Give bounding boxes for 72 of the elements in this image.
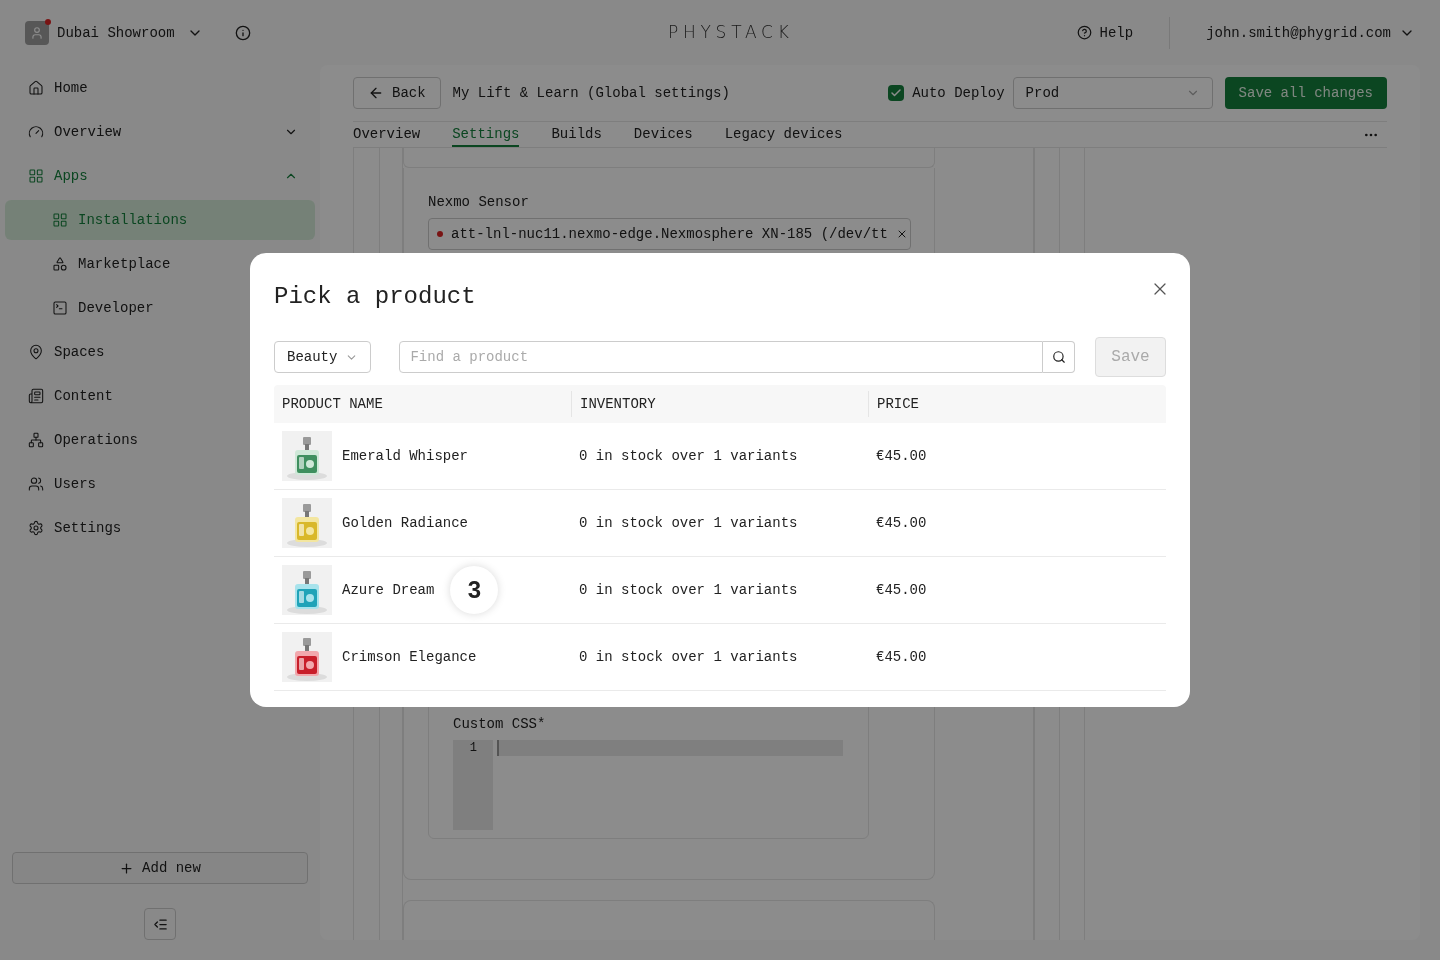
map-pin-icon xyxy=(28,344,44,360)
auto-deploy-checkbox[interactable] xyxy=(888,85,905,101)
column-header: INVENTORY xyxy=(580,395,656,414)
environment-select[interactable]: Prod xyxy=(1012,77,1213,109)
sidebar-item[interactable]: Installations xyxy=(5,200,315,240)
grid-icon xyxy=(52,212,68,228)
sidebar-item[interactable]: Apps xyxy=(0,156,320,196)
field-label: Custom CSS* xyxy=(453,716,546,732)
inventory-text: 0 in stock over 1 variants xyxy=(578,581,799,600)
tab[interactable]: Devices xyxy=(633,122,693,147)
user-icon xyxy=(30,25,44,40)
gauge-icon xyxy=(28,124,44,140)
product-row[interactable]: Golden Radiance 0 in stock over 1 variants €45.00 xyxy=(274,490,1166,557)
back-button[interactable]: Back xyxy=(353,77,441,109)
help-icon xyxy=(1076,25,1092,40)
product-name: Azure Dream xyxy=(342,581,435,600)
select-value: att-lnl-nuc11.nexmo-edge.Nexmosphere XN-185 (/dev/tt xyxy=(451,225,888,244)
sidebar-item[interactable]: Home xyxy=(0,68,320,108)
field-label: Nexmo Sensor xyxy=(428,193,530,212)
tab[interactable]: Builds xyxy=(551,122,602,147)
search-button[interactable] xyxy=(1043,341,1075,373)
sensor-select[interactable]: att-lnl-nuc11.nexmo-edge.Nexmosphere XN-185 (/dev/tt xyxy=(428,218,911,250)
tab[interactable]: Overview xyxy=(353,122,421,147)
checkbox-label: Auto Deploy xyxy=(912,84,1005,103)
search-field[interactable]: Find a product xyxy=(399,341,1043,373)
home-icon xyxy=(28,80,44,96)
tab[interactable]: Legacy devices xyxy=(724,122,843,147)
gear-icon xyxy=(28,520,44,536)
category-select[interactable]: Beauty xyxy=(274,341,372,373)
search-icon xyxy=(1051,350,1066,364)
page-title: My Lift & Learn (Global settings) xyxy=(452,84,731,103)
product-name: Golden Radiance xyxy=(342,514,469,533)
workspace-name[interactable]: Dubai Showroom xyxy=(57,22,175,43)
network-icon xyxy=(28,432,44,448)
check-icon xyxy=(890,87,903,99)
arrow-left-icon xyxy=(368,85,384,101)
tab[interactable]: Settings xyxy=(452,122,520,147)
sidebar-item[interactable]: Overview xyxy=(0,112,320,152)
price-text: €45.00 xyxy=(875,514,928,533)
price-text: €45.00 xyxy=(875,447,928,466)
product-name: Crimson Elegance xyxy=(342,648,477,667)
inventory-text: 0 in stock over 1 variants xyxy=(578,447,799,466)
help-link[interactable]: Help xyxy=(1076,16,1171,49)
product-row[interactable]: Crimson Elegance 0 in stock over 1 variants €45.00 xyxy=(274,624,1166,691)
plus-icon xyxy=(119,860,135,876)
user-email[interactable]: john.smith@phygrid.com xyxy=(1206,22,1391,43)
collapse-sidebar-button[interactable] xyxy=(144,908,176,940)
inventory-text: 0 in stock over 1 variants xyxy=(578,514,799,533)
grid-icon xyxy=(28,168,44,184)
sidebar-item[interactable]: Marketplace xyxy=(5,244,315,284)
document-icon xyxy=(28,388,44,404)
inventory-text: 0 in stock over 1 variants xyxy=(578,648,799,667)
add-new-button[interactable]: Add new xyxy=(12,852,308,884)
logo: PHYSTACK xyxy=(667,20,794,44)
code-editor[interactable]: 1 xyxy=(453,740,845,830)
product-name: Emerald Whisper xyxy=(342,447,469,466)
shapes-icon xyxy=(52,256,68,272)
info-icon[interactable] xyxy=(234,24,251,41)
price-text: €45.00 xyxy=(875,648,928,667)
column-header: PRODUCT NAME xyxy=(282,395,383,414)
step-badge: 3 xyxy=(450,566,499,614)
terminal-icon xyxy=(52,300,68,316)
column-header: PRICE xyxy=(877,395,919,414)
price-text: €45.00 xyxy=(875,581,928,600)
product-row[interactable]: Azure Dream 3 0 in stock over 1 variants €45.00 xyxy=(274,557,1166,624)
dialog-title: Pick a product xyxy=(274,282,476,312)
product-row[interactable]: Emerald Whisper 0 in stock over 1 variants €45.00 xyxy=(274,423,1166,490)
avatar[interactable] xyxy=(25,20,49,45)
save-all-button[interactable]: Save all changes xyxy=(1224,77,1387,109)
line-number: 1 xyxy=(469,740,477,756)
users-icon xyxy=(28,476,44,492)
list-indent-icon xyxy=(152,916,168,932)
